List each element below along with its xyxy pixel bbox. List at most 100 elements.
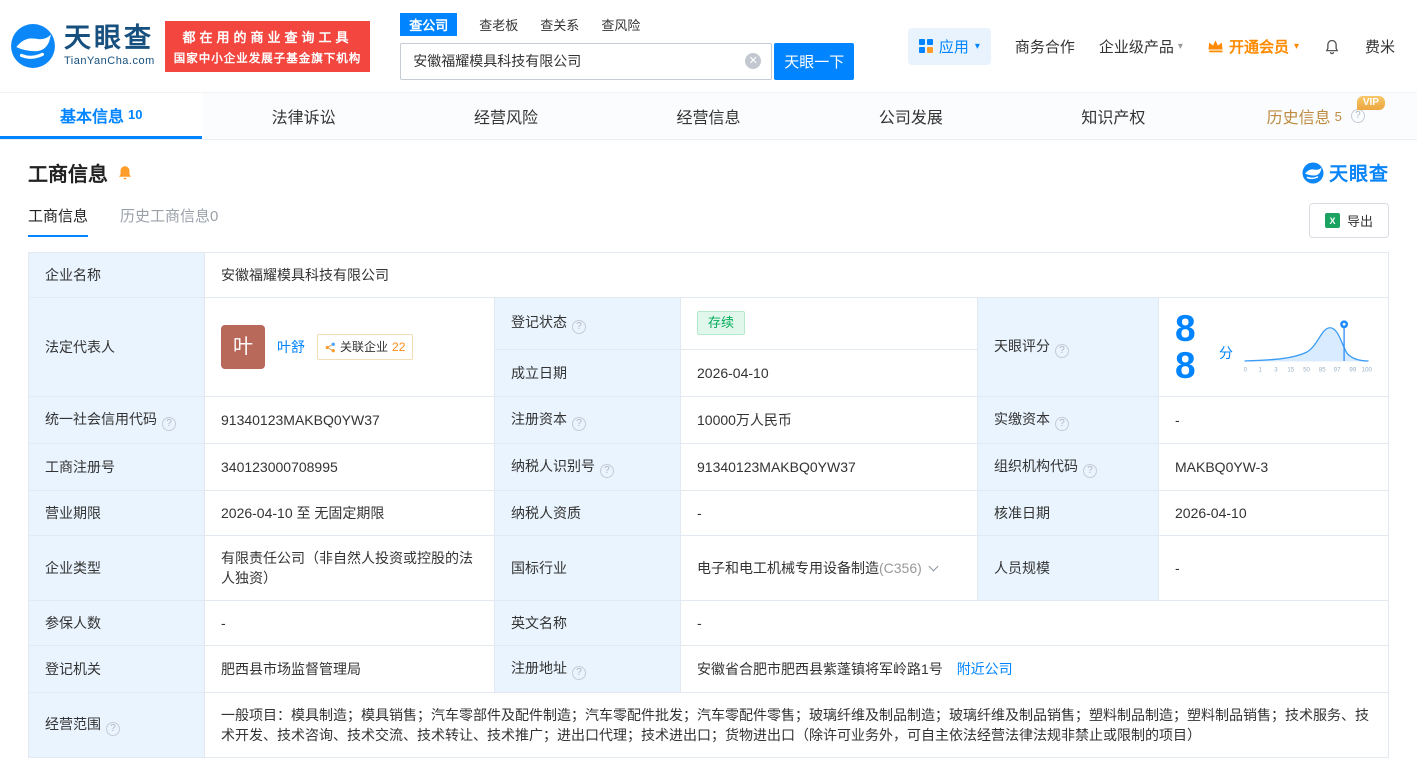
banner-line2: 国家中小企业发展子基金旗下机构 bbox=[173, 52, 362, 65]
nav-open-vip[interactable]: 开通会员 ▾ bbox=[1207, 36, 1299, 57]
reg-capital-label: 注册资本? bbox=[494, 396, 681, 444]
business-scope-label: 经营范围? bbox=[28, 692, 205, 758]
banner-line1: 都在用的商业查询工具 bbox=[182, 29, 353, 45]
apps-label: 应用 bbox=[938, 38, 969, 56]
chevron-down-icon: ▾ bbox=[1293, 40, 1299, 52]
tab-intellectual-property[interactable]: 知识产权 bbox=[1012, 93, 1214, 139]
table-row: 企业名称 安徽福耀模具科技有限公司 bbox=[28, 252, 1389, 298]
tab-count: 5 bbox=[1334, 108, 1342, 124]
svg-text:15: 15 bbox=[1287, 366, 1294, 373]
tab-operation-info[interactable]: 经营信息 bbox=[607, 93, 809, 139]
table-row: 参保人数 - 英文名称 - bbox=[28, 600, 1389, 646]
related-companies-count: 22 bbox=[392, 340, 406, 354]
english-name-value: - bbox=[680, 600, 1389, 646]
monitor-bell-button[interactable] bbox=[116, 164, 134, 182]
credit-code-label: 统一社会信用代码? bbox=[28, 396, 205, 444]
svg-text:100: 100 bbox=[1362, 366, 1372, 373]
table-row: 工商注册号 340123000708995 纳税人识别号? 91340123MA… bbox=[28, 443, 1389, 491]
insured-count-label: 参保人数 bbox=[28, 600, 205, 646]
help-icon[interactable]: ? bbox=[1055, 344, 1069, 358]
search-tab-company[interactable]: 查公司 bbox=[400, 12, 458, 36]
clear-icon[interactable]: ✕ bbox=[745, 53, 762, 69]
help-icon[interactable]: ? bbox=[106, 722, 120, 736]
tab-label: 历史信息 bbox=[1266, 110, 1331, 127]
reg-number-value: 340123000708995 bbox=[204, 443, 495, 491]
subtab-business-info[interactable]: 工商信息 bbox=[28, 205, 89, 237]
export-button[interactable]: X 导出 bbox=[1308, 203, 1389, 238]
search-row: ✕ 天眼一下 bbox=[400, 42, 855, 80]
tab-operation-risk[interactable]: 经营风险 bbox=[405, 93, 607, 139]
subtab-history-business-info[interactable]: 历史工商信息0 bbox=[120, 205, 218, 237]
taxpayer-quality-value: - bbox=[680, 490, 978, 536]
table-row: 营业期限 2026-04-10 至 无固定期限 纳税人资质 - 核准日期 202… bbox=[28, 490, 1389, 536]
table-row: 经营范围? 一般项目：模具制造；模具销售；汽车零部件及配件制造；汽车零配件批发；… bbox=[28, 692, 1389, 758]
tab-basic-info[interactable]: 基本信息 10 bbox=[0, 93, 203, 139]
search-input[interactable] bbox=[401, 43, 772, 79]
establish-date-label: 成立日期 bbox=[494, 348, 681, 398]
approval-date-label: 核准日期 bbox=[977, 490, 1159, 536]
tab-history-info[interactable]: VIP 历史信息 5 ? bbox=[1215, 93, 1417, 139]
apps-menu[interactable]: 应用 ▾ bbox=[907, 27, 991, 65]
help-icon[interactable]: ? bbox=[572, 417, 586, 431]
chevron-down-icon[interactable] bbox=[928, 561, 939, 572]
org-code-label: 组织机构代码? bbox=[977, 443, 1159, 491]
tab-label: 基本信息 bbox=[59, 108, 124, 126]
svg-text:97: 97 bbox=[1334, 366, 1341, 373]
legal-rep-avatar[interactable]: 叶 bbox=[221, 325, 265, 369]
industry-label: 国标行业 bbox=[494, 535, 681, 601]
table-row: 登记机关 肥西县市场监督管理局 注册地址? 安徽省合肥市肥西县紫蓬镇将军岭路1号… bbox=[28, 645, 1389, 693]
reg-authority-label: 登记机关 bbox=[28, 645, 205, 693]
help-icon[interactable]: ? bbox=[572, 320, 586, 335]
staff-size-value: - bbox=[1158, 535, 1389, 601]
related-companies-label: 关联企业 bbox=[340, 340, 389, 354]
related-companies-badge[interactable]: 关联企业 22 bbox=[317, 334, 414, 360]
section-header: 工商信息 天眼查 bbox=[0, 140, 1417, 187]
tab-label: 公司发展 bbox=[878, 110, 943, 127]
tab-count: 10 bbox=[127, 107, 143, 122]
tianyancha-logo-icon bbox=[1302, 162, 1324, 183]
nav-open-vip-label: 开通会员 bbox=[1228, 38, 1289, 56]
search-tab-risk[interactable]: 查风险 bbox=[601, 15, 640, 34]
approval-date-value: 2026-04-10 bbox=[1158, 490, 1389, 536]
section-title: 工商信息 bbox=[28, 164, 108, 186]
search-button[interactable]: 天眼一下 bbox=[774, 42, 855, 80]
help-icon[interactable]: ? bbox=[1083, 464, 1097, 478]
business-term-label: 营业期限 bbox=[28, 490, 205, 536]
nav-enterprise[interactable]: 企业级产品 ▾ bbox=[1099, 36, 1183, 57]
english-name-label: 英文名称 bbox=[494, 600, 681, 646]
search-box: ✕ bbox=[400, 42, 773, 80]
tianyancha-logo-icon bbox=[11, 24, 55, 68]
nav-enterprise-label: 企业级产品 bbox=[1098, 38, 1174, 56]
reg-address-text: 安徽省合肥市肥西县紫蓬镇将军岭路1号 bbox=[697, 661, 943, 677]
notification-bell[interactable] bbox=[1323, 37, 1341, 56]
help-icon[interactable]: ? bbox=[1055, 417, 1069, 431]
legal-rep-name-link[interactable]: 叶舒 bbox=[277, 337, 305, 357]
reg-authority-value: 肥西县市场监督管理局 bbox=[204, 645, 495, 693]
nav-cooperation[interactable]: 商务合作 bbox=[1015, 36, 1075, 57]
legal-rep-value: 叶 叶舒 关联企业 22 bbox=[204, 297, 495, 397]
org-code-value: MAKBQ0YW-3 bbox=[1158, 443, 1389, 491]
legal-rep-label: 法定代表人 bbox=[28, 297, 205, 397]
nearby-companies-link[interactable]: 附近公司 bbox=[957, 661, 1013, 677]
reg-status-value: 存续 bbox=[680, 297, 978, 350]
help-icon[interactable]: ? bbox=[162, 417, 176, 431]
status-badge: 存续 bbox=[697, 311, 746, 336]
user-name[interactable]: 费米 bbox=[1365, 36, 1395, 57]
logo-title: 天眼查 bbox=[64, 23, 154, 53]
tianyan-score-value: 88 分 0 1 3 15 50 85 97 99 100 bbox=[1158, 297, 1389, 397]
help-icon[interactable]: ? bbox=[572, 666, 586, 680]
company-name-label: 企业名称 bbox=[28, 252, 205, 298]
help-icon[interactable]: ? bbox=[1350, 109, 1365, 123]
help-icon[interactable]: ? bbox=[600, 464, 614, 478]
tab-company-development[interactable]: 公司发展 bbox=[810, 93, 1012, 139]
reg-address-label: 注册地址? bbox=[494, 645, 681, 693]
search-tabs: 查公司 查老板 查关系 查风险 bbox=[400, 12, 854, 36]
bell-icon bbox=[119, 165, 131, 179]
score-number: 88 bbox=[1175, 308, 1196, 386]
search-tab-relation[interactable]: 查关系 bbox=[540, 15, 579, 34]
section-brand-logo: 天眼查 bbox=[1302, 159, 1389, 186]
table-row: 统一社会信用代码? 91340123MAKBQ0YW37 注册资本? 10000… bbox=[28, 396, 1389, 444]
search-tab-boss[interactable]: 查老板 bbox=[479, 15, 518, 34]
tab-legal-litigation[interactable]: 法律诉讼 bbox=[202, 93, 404, 139]
tianyancha-logo[interactable]: 天眼查 TianYanCha.com bbox=[10, 23, 155, 69]
